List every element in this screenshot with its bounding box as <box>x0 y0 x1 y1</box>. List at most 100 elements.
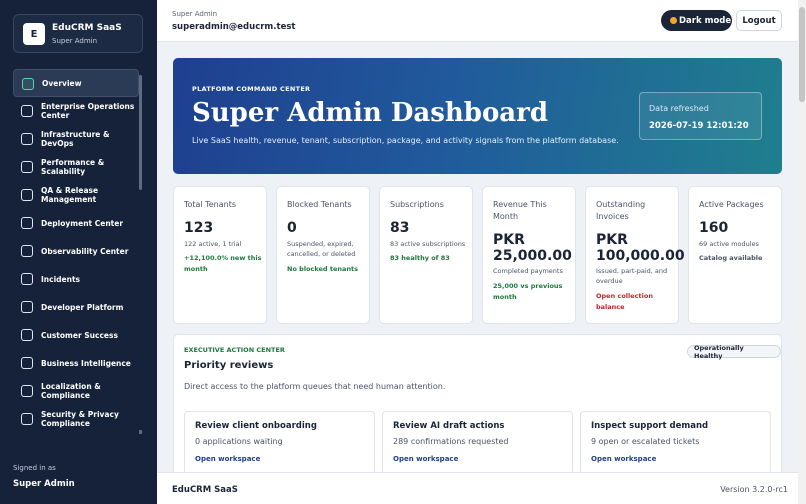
dark-mode-toggle[interactable]: Dark mode <box>661 10 732 31</box>
sidebar-scroll-indicator <box>139 430 142 434</box>
sidebar-item-qa-release[interactable]: QA & Release Management <box>13 181 139 209</box>
logout-button[interactable]: Logout <box>736 10 782 31</box>
qa-icon <box>21 189 33 201</box>
sidebar-item-label: Overview <box>42 78 82 88</box>
user-email: superadmin@educrm.test <box>172 22 296 32</box>
page-scrollbar[interactable] <box>798 0 806 504</box>
observability-icon <box>21 245 33 257</box>
hero-kicker: PLATFORM COMMAND CENTER <box>192 85 311 93</box>
kpi-label: Outstanding Invoices <box>596 200 646 222</box>
action-center-kicker: EXECUTIVE ACTION CENTER <box>184 346 285 354</box>
sidebar-item-business-intelligence[interactable]: Business Intelligence <box>13 349 139 377</box>
sidebar-item-label: Incidents <box>41 274 80 284</box>
action-center-title: Priority reviews <box>184 360 274 371</box>
data-refreshed-value: 2026-07-19 12:01:20 <box>649 121 749 131</box>
user-role: Super Admin <box>172 10 218 18</box>
kpi-trend: 83 healthy of 83 <box>390 254 450 262</box>
status-badge: Operationally Healthy <box>687 344 781 360</box>
kpi-trend: Open collection balance <box>596 292 653 312</box>
sidebar-item-localization[interactable]: Localization & Compliance <box>13 377 139 405</box>
dark-mode-icon <box>670 17 677 24</box>
kpi-card-subscriptions[interactable]: Subscriptions 83 83 active subscriptions… <box>379 186 473 324</box>
sidebar-item-label: Customer Success <box>41 330 118 340</box>
kpi-label: Blocked Tenants <box>287 200 352 209</box>
kpi-value: 123 <box>184 220 214 236</box>
kpi-card-blocked-tenants[interactable]: Blocked Tenants 0 Suspended, expired, ca… <box>276 186 370 324</box>
kpi-subtext: Issued, part-paid, and overdue <box>596 267 668 286</box>
data-refreshed-box: Data refreshed 2026-07-19 12:01:20 <box>639 92 762 140</box>
sidebar-item-observability[interactable]: Observability Center <box>13 237 139 265</box>
kpi-value: PKR 25,000.00 <box>493 232 572 265</box>
kpi-card-total-tenants[interactable]: Total Tenants 123 122 active, 1 trial +1… <box>173 186 267 324</box>
footer-version: Version 3.2.0-rc1 <box>720 485 788 494</box>
top-bar: Super Admin superadmin@educrm.test Dark … <box>157 0 798 42</box>
page-scrollbar-thumb[interactable] <box>799 7 805 102</box>
kpi-label: Subscriptions <box>390 200 444 209</box>
deploy-icon <box>21 217 33 229</box>
queue-title: Inspect support demand <box>591 421 709 431</box>
sidebar-item-label: Observability Center <box>41 246 129 256</box>
sidebar-item-infrastructure[interactable]: Infrastructure & DevOps <box>13 125 139 153</box>
executive-action-center: EXECUTIVE ACTION CENTER Priority reviews… <box>173 334 782 484</box>
queue-description: 0 applications waiting <box>195 437 283 446</box>
kpi-value: 160 <box>699 220 729 236</box>
kpi-label: Revenue This Month <box>493 200 547 222</box>
sidebar-item-security-privacy[interactable]: Security & Privacy Compliance <box>13 405 139 433</box>
sidebar-item-incidents[interactable]: Incidents <box>13 265 139 293</box>
sidebar-item-customer-success[interactable]: Customer Success <box>13 321 139 349</box>
sidebar-item-label: Security & Privacy Compliance <box>41 410 119 428</box>
kpi-card-revenue[interactable]: Revenue This Month PKR 25,000.00 Complet… <box>482 186 576 324</box>
sidebar: E EduCRM SaaS Super Admin Overview Enter… <box>0 0 157 504</box>
kpi-card-active-packages[interactable]: Active Packages 160 69 active modules Ca… <box>688 186 782 324</box>
server-icon <box>21 133 33 145</box>
sidebar-item-deployment[interactable]: Deployment Center <box>13 209 139 237</box>
operations-icon <box>21 105 33 117</box>
hero-banner: PLATFORM COMMAND CENTER Super Admin Dash… <box>173 58 782 174</box>
queue-title: Review client onboarding <box>195 421 317 431</box>
kpi-trend: Catalog available <box>699 254 763 262</box>
data-refreshed-label: Data refreshed <box>649 104 709 113</box>
kpi-subtext: 69 active modules <box>699 240 759 248</box>
chart-icon <box>21 357 33 369</box>
overview-icon <box>22 78 34 90</box>
performance-icon <box>21 161 33 173</box>
footer-brand: EduCRM SaaS <box>172 485 238 495</box>
code-icon <box>21 301 33 313</box>
sidebar-item-label: QA & Release Management <box>41 186 99 204</box>
kpi-label: Active Packages <box>699 200 764 209</box>
kpi-subtext: Completed payments <box>493 267 563 275</box>
signed-in-label: Signed in as <box>13 464 56 472</box>
brand-logo: E <box>23 23 45 45</box>
kpi-value: 0 <box>287 220 297 236</box>
kpi-trend: 25,000 vs previous month <box>493 282 563 302</box>
sidebar-item-developer-platform[interactable]: Developer Platform <box>13 293 139 321</box>
kpi-trend: No blocked tenants <box>287 265 358 273</box>
globe-icon <box>21 385 33 397</box>
queue-description: 9 open or escalated tickets <box>591 437 700 446</box>
kpi-trend: +12,100.0% new this month <box>184 254 262 274</box>
sidebar-nav: Overview Enterprise Operations Center In… <box>13 69 139 433</box>
brand-name: EduCRM SaaS <box>52 23 122 33</box>
sidebar-item-enterprise-operations[interactable]: Enterprise Operations Center <box>13 97 139 125</box>
action-center-description: Direct access to the platform queues tha… <box>184 382 446 391</box>
open-workspace-link[interactable]: Open workspace <box>591 455 656 463</box>
brand-block[interactable]: E EduCRM SaaS Super Admin <box>13 14 143 53</box>
queue-description: 289 confirmations requested <box>393 437 509 446</box>
page-title: Super Admin Dashboard <box>192 98 549 128</box>
kpi-subtext: 83 active subscriptions <box>390 240 466 248</box>
sidebar-scrollbar[interactable] <box>139 75 142 190</box>
sidebar-item-label: Infrastructure & DevOps <box>41 130 110 148</box>
signed-in-user: Super Admin <box>13 479 75 489</box>
sidebar-item-overview[interactable]: Overview <box>13 69 139 97</box>
kpi-value: PKR 100,000.00 <box>596 232 685 265</box>
hero-description: Live SaaS health, revenue, tenant, subsc… <box>192 136 619 145</box>
sidebar-item-label: Deployment Center <box>41 218 124 228</box>
sidebar-item-performance[interactable]: Performance & Scalability <box>13 153 139 181</box>
sidebar-item-label: Enterprise Operations Center <box>41 102 135 120</box>
open-workspace-link[interactable]: Open workspace <box>195 455 260 463</box>
open-workspace-link[interactable]: Open workspace <box>393 455 458 463</box>
sidebar-item-label: Developer Platform <box>41 302 124 312</box>
sidebar-item-label: Localization & Compliance <box>41 382 101 400</box>
kpi-value: 83 <box>390 220 410 236</box>
kpi-card-outstanding-invoices[interactable]: Outstanding Invoices PKR 100,000.00 Issu… <box>585 186 685 324</box>
